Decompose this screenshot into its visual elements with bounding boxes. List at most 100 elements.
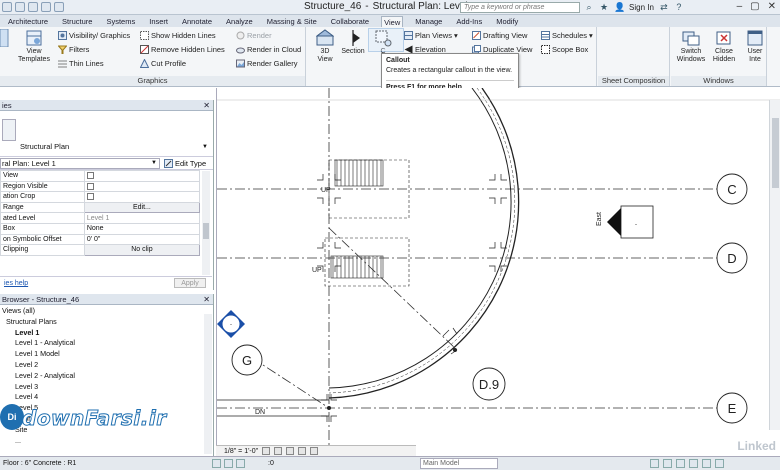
grid-bubble-d[interactable]: D: [716, 242, 748, 274]
property-value[interactable]: [83, 191, 201, 203]
visibility-graphics-button[interactable]: Visibility/ Graphics: [58, 30, 130, 40]
property-value[interactable]: [83, 170, 201, 182]
detail-level-icon[interactable]: [262, 447, 271, 455]
tab-massing-site[interactable]: Massing & Site: [265, 16, 319, 27]
browser-item[interactable]: Level 2 - Analytical: [0, 371, 213, 382]
browser-item[interactable]: Structural Plans: [0, 317, 213, 328]
select-pinned-icon[interactable]: [676, 459, 685, 468]
schedules-button[interactable]: Schedules ▾: [541, 30, 593, 40]
browser-item[interactable]: Level 2: [0, 360, 213, 371]
browser-item[interactable]: Views (all): [0, 306, 213, 317]
subscription-icon[interactable]: ★: [599, 2, 609, 12]
apply-button[interactable]: Apply: [174, 278, 206, 288]
exchange-icon[interactable]: ⇄: [659, 2, 669, 12]
user-interface-button[interactable]: User Inte: [743, 29, 767, 64]
close-hidden-button[interactable]: Close Hidden: [709, 29, 739, 64]
property-checkbox[interactable]: [86, 172, 94, 180]
tab-systems[interactable]: Systems: [104, 16, 137, 27]
thin-lines-button[interactable]: Thin Lines: [58, 58, 104, 68]
edit-type-button[interactable]: Edit Type: [164, 158, 206, 168]
tab-manage[interactable]: Manage: [413, 16, 444, 27]
property-value[interactable]: None: [83, 222, 201, 235]
minimize-icon[interactable]: –: [737, 1, 743, 12]
property-checkbox[interactable]: [86, 193, 94, 201]
shadows-icon[interactable]: [298, 447, 307, 455]
elevation-marker-east[interactable]: East -: [596, 205, 654, 239]
filters-button[interactable]: Filters: [58, 44, 89, 54]
search-icon[interactable]: ⌕: [584, 2, 594, 12]
view-scale[interactable]: 1/8" = 1'-0": [224, 448, 258, 455]
tab-architecture[interactable]: Architecture: [6, 16, 50, 27]
user-icon[interactable]: 👤: [614, 2, 625, 12]
close-icon[interactable]: ✕: [768, 1, 776, 12]
browser-item[interactable]: Level 3: [0, 382, 213, 393]
view-templates-button[interactable]: View Templates: [14, 29, 54, 64]
elevation-marker-selected[interactable]: -: [217, 310, 245, 338]
worksets-icon[interactable]: [212, 459, 221, 468]
help-icon[interactable]: ?: [674, 2, 684, 12]
select-by-face-icon[interactable]: [689, 459, 698, 468]
render-gallery-button[interactable]: Render Gallery: [236, 58, 297, 68]
visual-style-icon[interactable]: [274, 447, 283, 455]
render-in-cloud-button[interactable]: Render in Cloud: [236, 44, 301, 54]
property-value[interactable]: Level 1: [83, 212, 201, 224]
property-value[interactable]: No clip: [83, 244, 201, 256]
grid-bubble-d9[interactable]: D.9: [472, 367, 506, 401]
property-value[interactable]: [83, 180, 201, 193]
drag-elements-icon[interactable]: [702, 459, 711, 468]
chevron-down-icon[interactable]: ▼: [202, 144, 208, 150]
maximize-icon[interactable]: ▢: [750, 1, 759, 12]
browser-scrollbar[interactable]: [204, 314, 212, 454]
tab-structure[interactable]: Structure: [60, 16, 94, 27]
close-icon[interactable]: ✕: [203, 100, 210, 111]
switch-windows-button[interactable]: Switch Windows: [675, 29, 707, 64]
filter-status-icon[interactable]: [236, 459, 245, 468]
properties-help-link[interactable]: ies help: [4, 280, 28, 287]
plan-views-button[interactable]: Plan Views ▾: [404, 30, 458, 40]
drawing-canvas[interactable]: UP UP DN C D E G D.9 East - -: [216, 88, 780, 456]
tab-insert[interactable]: Insert: [147, 16, 170, 27]
type-selector[interactable]: Structural Plan ▼: [0, 111, 213, 157]
tab-add-ins[interactable]: Add-Ins: [454, 16, 484, 27]
property-value[interactable]: 0' 0": [83, 233, 201, 246]
tab-view[interactable]: View: [381, 16, 404, 27]
tab-annotate[interactable]: Annotate: [180, 16, 214, 27]
filter-icon[interactable]: [715, 459, 724, 468]
close-icon[interactable]: ✕: [203, 294, 210, 305]
browser-item[interactable]: Level 1 - Analytical: [0, 338, 213, 349]
callout-button-highlight[interactable]: [368, 28, 404, 52]
grid-bubble-g[interactable]: G: [231, 344, 263, 376]
section-button[interactable]: Section: [339, 29, 367, 56]
tab-analyze[interactable]: Analyze: [224, 16, 255, 27]
search-input[interactable]: Type a keyword or phrase: [460, 2, 580, 13]
show-hidden-lines-button[interactable]: Show Hidden Lines: [140, 30, 216, 40]
browser-item[interactable]: ...: [0, 436, 213, 447]
render-button[interactable]: Render: [236, 30, 272, 40]
modify-button[interactable]: [0, 29, 10, 48]
3d-view-button[interactable]: 3D View: [311, 29, 339, 64]
select-links-icon[interactable]: [650, 459, 659, 468]
crop-view-icon[interactable]: [310, 447, 319, 455]
sign-in-button[interactable]: Sign In: [629, 3, 654, 12]
remove-hidden-lines-button[interactable]: Remove Hidden Lines: [140, 44, 225, 54]
plan-drawing[interactable]: UP UP DN C D E G D.9 East - -: [217, 88, 780, 456]
property-checkbox[interactable]: [86, 182, 94, 190]
drafting-view-button[interactable]: Drafting View: [472, 30, 527, 40]
instance-selector[interactable]: ral Plan: Level 1 ▼: [0, 157, 160, 169]
drafting-view-label: Drafting View: [483, 30, 528, 40]
browser-item[interactable]: Level 1 Model: [0, 349, 213, 360]
select-underlay-icon[interactable]: [663, 459, 672, 468]
scope-box-button[interactable]: Scope Box: [541, 44, 588, 54]
property-value[interactable]: Edit...: [83, 201, 201, 214]
properties-scrollbar[interactable]: [202, 171, 210, 275]
canvas-scrollbar[interactable]: [769, 100, 780, 430]
active-model-dropdown[interactable]: Main Model: [420, 458, 498, 469]
grid-bubble-e[interactable]: E: [716, 392, 748, 424]
tab-collaborate[interactable]: Collaborate: [329, 16, 371, 27]
browser-item[interactable]: Level 1: [0, 328, 213, 339]
grid-bubble-c[interactable]: C: [716, 173, 748, 205]
cut-profile-button[interactable]: Cut Profile: [140, 58, 186, 68]
design-options-icon[interactable]: [224, 459, 233, 468]
tab-modify[interactable]: Modify: [494, 16, 520, 27]
sun-path-icon[interactable]: [286, 447, 295, 455]
